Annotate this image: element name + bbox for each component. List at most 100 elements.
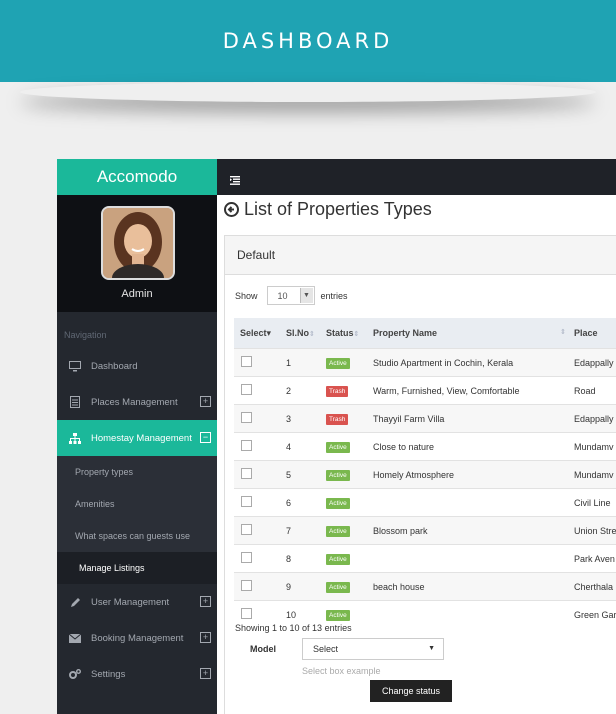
status-badge: Trash — [326, 413, 349, 425]
expand-icon[interactable]: + — [200, 632, 211, 643]
status-badge: Active — [326, 441, 350, 453]
table-row[interactable]: 1 Active Studio Apartment in Cochin, Keral… — [234, 348, 616, 377]
status-badge: Active — [326, 469, 350, 481]
row-checkbox[interactable] — [241, 524, 252, 535]
document-icon — [69, 396, 81, 408]
banner-title: DASHBOARD — [222, 29, 394, 53]
select-cell — [234, 460, 286, 489]
status-badge: Active — [326, 525, 350, 537]
table-row[interactable]: 4 Active Close to nature Mundamv — [234, 432, 616, 461]
avatar[interactable] — [101, 206, 175, 280]
model-select-value: Select — [313, 644, 339, 654]
column-header-property-name[interactable]: Property Name ⇕ — [373, 318, 574, 349]
status-cell: Trash — [326, 404, 373, 433]
row-checkbox[interactable] — [241, 552, 252, 563]
property-name-cell: Warm, Furnished, View, Comfortable — [373, 376, 574, 405]
table-row[interactable]: 3 Trash Thayyil Farm Villa Edappally — [234, 404, 616, 433]
place-cell: Road — [574, 376, 616, 405]
table-row[interactable]: 9 Active beach house Cherthala — [234, 572, 616, 601]
change-status-button[interactable]: Change status — [370, 680, 452, 702]
row-checkbox[interactable] — [241, 580, 252, 591]
submenu-item-amenities[interactable]: Amenities — [57, 488, 217, 520]
sidebar-item-homestay[interactable]: Homestay Management − — [57, 420, 217, 456]
property-name-cell: beach house — [373, 572, 574, 601]
sidebar: Accomodo Admin Navigation Dashboard Plac… — [57, 159, 217, 714]
select-cell — [234, 488, 286, 517]
row-checkbox[interactable] — [241, 468, 252, 479]
expand-icon[interactable]: + — [200, 668, 211, 679]
slno-cell: 1 — [286, 348, 326, 377]
table-info: Showing 1 to 10 of 13 entries — [235, 623, 352, 633]
select-cell — [234, 348, 286, 377]
select-cell — [234, 544, 286, 573]
place-cell: Green Gar — [574, 600, 616, 628]
property-name-cell: Close to nature — [373, 432, 574, 461]
sort-icon: ⇕ — [309, 331, 315, 338]
place-cell: Union Stre — [574, 516, 616, 545]
sidebar-item-label: Places Management — [91, 396, 178, 408]
property-name-cell: Thayyil Farm Villa — [373, 404, 574, 433]
row-checkbox[interactable] — [241, 608, 252, 619]
select-cell — [234, 404, 286, 433]
menu-toggle-icon[interactable] — [230, 172, 240, 185]
sidebar-item-settings[interactable]: Settings + — [57, 656, 217, 692]
submenu-item-spaces[interactable]: What spaces can guests use — [57, 520, 217, 552]
chevron-down-icon: ▼ — [428, 645, 435, 652]
sitemap-icon — [69, 432, 81, 444]
table-row[interactable]: 6 Active Civil Line — [234, 488, 616, 517]
submenu-item-property-types[interactable]: Property types — [57, 456, 217, 488]
brand-logo[interactable]: Accomodo — [57, 159, 217, 195]
property-name-cell — [373, 600, 574, 628]
expand-icon[interactable]: + — [200, 596, 211, 607]
property-name-cell — [373, 544, 574, 573]
slno-cell: 4 — [286, 432, 326, 461]
row-checkbox[interactable] — [241, 356, 252, 367]
property-name-cell: Blossom park — [373, 516, 574, 545]
model-help-text: Select box example — [302, 666, 381, 676]
table-row[interactable]: 2 Trash Warm, Furnished, View, Comfortable… — [234, 376, 616, 405]
place-cell: Park Aven — [574, 544, 616, 573]
sidebar-item-label: Dashboard — [91, 360, 138, 372]
row-checkbox[interactable] — [241, 412, 252, 423]
row-checkbox[interactable] — [241, 496, 252, 507]
top-bar — [217, 159, 616, 195]
column-header-place[interactable]: Place — [574, 318, 616, 349]
sidebar-item-label: Homestay Management — [91, 432, 192, 444]
sidebar-item-label: Settings — [91, 668, 126, 680]
profile-section: Admin — [57, 195, 217, 312]
column-header-select[interactable]: Select▾ — [234, 318, 286, 349]
select-cell — [234, 516, 286, 545]
column-header-slno[interactable]: Sl.No⇕ — [286, 318, 326, 349]
model-select[interactable]: Select ▼ — [302, 638, 444, 660]
pencil-icon — [69, 596, 81, 608]
monitor-icon — [69, 360, 81, 372]
property-name-cell: Studio Apartment in Cochin, Kerala — [373, 348, 574, 377]
page-length-value: 10 — [277, 291, 288, 301]
sidebar-item-dashboard[interactable]: Dashboard — [57, 348, 217, 384]
back-arrow-icon[interactable] — [224, 202, 239, 217]
status-cell: Trash — [326, 376, 373, 405]
table-row[interactable]: 7 Active Blossom park Union Stre — [234, 516, 616, 545]
properties-panel: Default Show 10 ▼ entries Select▾ Sl.No⇕… — [224, 235, 616, 714]
row-checkbox[interactable] — [241, 440, 252, 451]
collapse-icon[interactable]: − — [200, 432, 211, 443]
status-cell: Active — [326, 516, 373, 545]
column-header-status[interactable]: Status⇕ — [326, 318, 373, 349]
table-row[interactable]: 8 Active Park Aven — [234, 544, 616, 573]
slno-cell: 7 — [286, 516, 326, 545]
panel-heading: Default — [225, 236, 616, 275]
slno-cell: 2 — [286, 376, 326, 405]
property-name-cell — [373, 488, 574, 517]
status-badge: Active — [326, 553, 350, 565]
sidebar-item-users[interactable]: User Management + — [57, 584, 217, 620]
table-row[interactable]: 5 Active Homely Atmosphere Mundamv — [234, 460, 616, 489]
sort-icon: ⇕ — [560, 329, 566, 336]
slno-cell: 5 — [286, 460, 326, 489]
sidebar-item-booking[interactable]: Booking Management + — [57, 620, 217, 656]
expand-icon[interactable]: + — [200, 396, 211, 407]
sidebar-item-places[interactable]: Places Management + — [57, 384, 217, 420]
slno-cell: 9 — [286, 572, 326, 601]
row-checkbox[interactable] — [241, 384, 252, 395]
submenu-item-manage-listings[interactable]: Manage Listings — [57, 552, 217, 584]
page-length-select[interactable]: 10 ▼ — [266, 286, 315, 305]
